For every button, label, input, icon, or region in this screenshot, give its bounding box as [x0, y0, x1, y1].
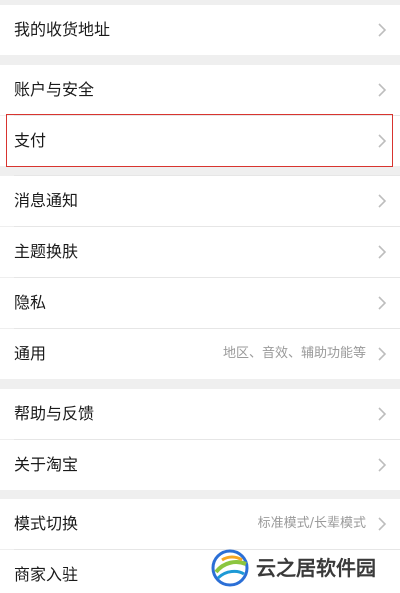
settings-item-value: 标准模式/长辈模式: [257, 516, 366, 531]
settings-item-label: 消息通知: [14, 191, 79, 210]
settings-item-label: 关于淘宝: [14, 455, 79, 474]
chevron-right-icon: [378, 517, 387, 531]
chevron-right-icon: [378, 23, 387, 37]
watermark: 云之居软件园: [210, 546, 400, 590]
settings-screen: 我的收货地址 账户与安全 支付 消息通知 主题换肤 隐私 通用 地区、音效、辅助…: [0, 0, 400, 593]
watermark-logo-icon: [211, 549, 249, 587]
settings-item-label: 帮助与反馈: [14, 404, 95, 423]
settings-item-privacy[interactable]: 隐私: [0, 278, 400, 328]
settings-item-label: 隐私: [14, 293, 47, 312]
settings-item-label: 我的收货地址: [14, 20, 111, 39]
settings-item-value: 地区、音效、辅助功能等: [222, 346, 366, 361]
chevron-right-icon: [378, 245, 387, 259]
settings-item-label: 商家入驻: [14, 565, 79, 584]
settings-item-label: 主题换肤: [14, 242, 79, 261]
highlight-box: [6, 114, 393, 167]
chevron-right-icon: [378, 194, 387, 208]
chevron-right-icon: [378, 83, 387, 97]
chevron-right-icon: [378, 347, 387, 361]
settings-item-account-security[interactable]: 账户与安全: [0, 65, 400, 115]
settings-item-label: 账户与安全: [14, 80, 95, 99]
settings-item-help-feedback[interactable]: 帮助与反馈: [0, 389, 400, 439]
settings-item-mode-switch[interactable]: 模式切换 标准模式/长辈模式: [0, 499, 400, 549]
settings-item-about[interactable]: 关于淘宝: [0, 440, 400, 490]
settings-item-notifications[interactable]: 消息通知: [0, 176, 400, 226]
settings-item-label: 模式切换: [14, 514, 79, 533]
settings-item-general[interactable]: 通用 地区、音效、辅助功能等: [0, 329, 400, 379]
watermark-text: 云之居软件园: [256, 556, 376, 580]
settings-item-theme[interactable]: 主题换肤: [0, 227, 400, 277]
chevron-right-icon: [378, 296, 387, 310]
chevron-right-icon: [378, 407, 387, 421]
settings-item-shipping-address[interactable]: 我的收货地址: [0, 5, 400, 55]
settings-item-label: 通用: [14, 344, 47, 363]
chevron-right-icon: [378, 458, 387, 472]
